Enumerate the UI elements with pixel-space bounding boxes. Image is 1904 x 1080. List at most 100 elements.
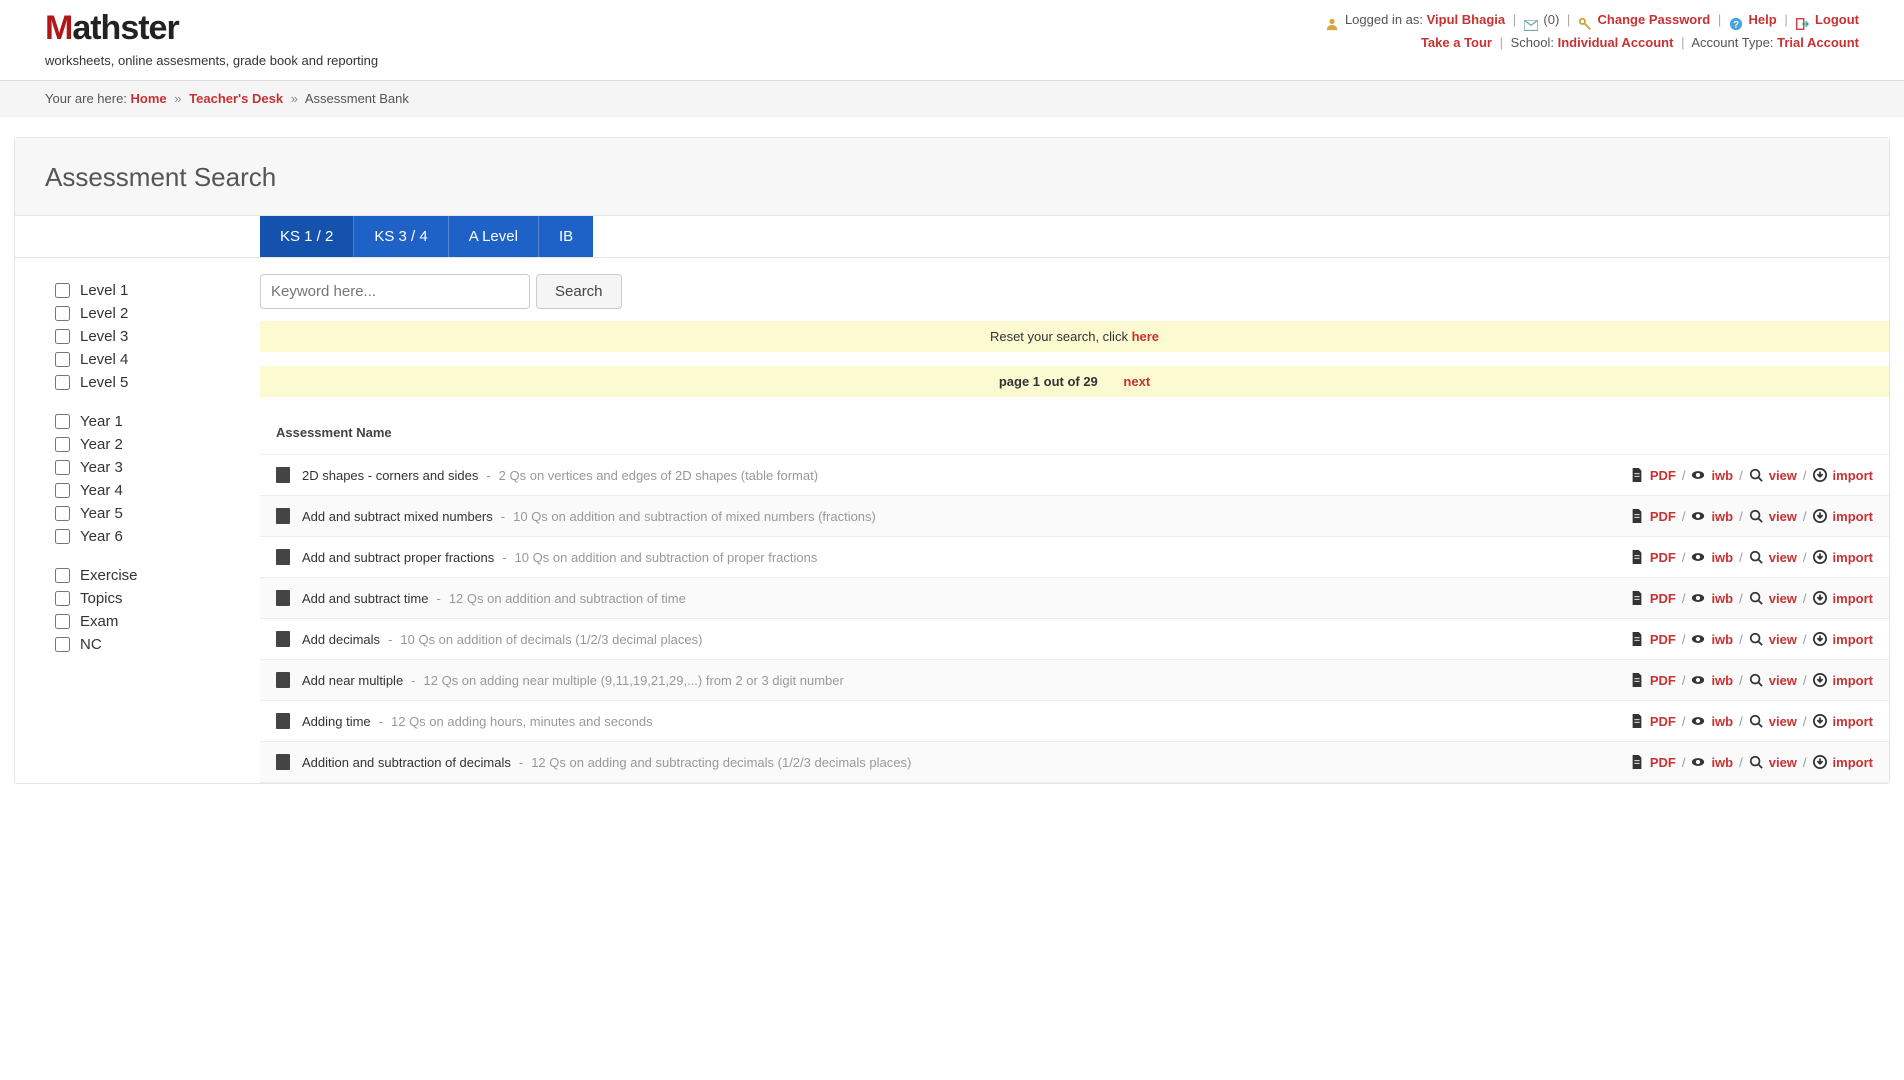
filter-year-label[interactable]: Year 5 — [80, 505, 123, 522]
msg-count: (0) — [1543, 12, 1559, 27]
filter-type-label[interactable]: Topics — [80, 590, 123, 607]
page-title: Assessment Search — [45, 162, 1859, 193]
tab-ks-3-4[interactable]: KS 3 / 4 — [354, 216, 448, 257]
download-icon — [1813, 550, 1827, 564]
pdf-link[interactable]: PDF — [1650, 632, 1676, 647]
breadcrumb-home[interactable]: Home — [131, 91, 167, 106]
tab-ks-1-2[interactable]: KS 1 / 2 — [260, 216, 354, 257]
iwb-link[interactable]: iwb — [1711, 550, 1733, 565]
iwb-link[interactable]: iwb — [1711, 468, 1733, 483]
view-link[interactable]: view — [1769, 632, 1797, 647]
filter-year-label[interactable]: Year 4 — [80, 482, 123, 499]
import-link[interactable]: import — [1833, 468, 1873, 483]
filter-year-label[interactable]: Year 1 — [80, 413, 123, 430]
filter-year-item: Year 6 — [55, 528, 240, 545]
pdf-link[interactable]: PDF — [1650, 591, 1676, 606]
filter-level-checkbox[interactable] — [55, 329, 70, 344]
filter-type-label[interactable]: Exam — [80, 613, 118, 630]
eye-icon — [1691, 509, 1705, 523]
take-tour-link[interactable]: Take a Tour — [1421, 35, 1492, 50]
view-link[interactable]: view — [1769, 755, 1797, 770]
view-link[interactable]: view — [1769, 591, 1797, 606]
assessment-name: Add near multiple — [302, 673, 403, 688]
import-link[interactable]: import — [1833, 755, 1873, 770]
mail-icon[interactable] — [1524, 15, 1538, 27]
filter-year-label[interactable]: Year 2 — [80, 436, 123, 453]
filter-type-checkbox[interactable] — [55, 591, 70, 606]
filter-type-checkbox[interactable] — [55, 614, 70, 629]
help-link[interactable]: Help — [1749, 12, 1777, 27]
filter-level-checkbox[interactable] — [55, 306, 70, 321]
pager-next[interactable]: next — [1123, 374, 1150, 389]
import-link[interactable]: import — [1833, 714, 1873, 729]
view-link[interactable]: view — [1769, 509, 1797, 524]
user-link[interactable]: Vipul Bhagia — [1427, 12, 1506, 27]
filter-year-checkbox[interactable] — [55, 437, 70, 452]
import-link[interactable]: import — [1833, 632, 1873, 647]
reset-banner: Reset your search, click here — [260, 321, 1889, 352]
filter-year-checkbox[interactable] — [55, 529, 70, 544]
filter-type-label[interactable]: NC — [80, 636, 102, 653]
pdf-link[interactable]: PDF — [1650, 468, 1676, 483]
filter-year-checkbox[interactable] — [55, 460, 70, 475]
iwb-link[interactable]: iwb — [1711, 591, 1733, 606]
row-actions: PDF/iwb/view/import — [1630, 632, 1873, 647]
pdf-link[interactable]: PDF — [1650, 755, 1676, 770]
book-icon — [276, 713, 290, 729]
filter-level-label[interactable]: Level 1 — [80, 282, 128, 299]
filter-level-checkbox[interactable] — [55, 375, 70, 390]
filter-level-checkbox[interactable] — [55, 283, 70, 298]
import-link[interactable]: import — [1833, 509, 1873, 524]
row-actions: PDF/iwb/view/import — [1630, 714, 1873, 729]
pdf-link[interactable]: PDF — [1650, 673, 1676, 688]
tab-ib[interactable]: IB — [539, 216, 593, 257]
filter-year-label[interactable]: Year 6 — [80, 528, 123, 545]
assessment-name: Add decimals — [302, 632, 380, 647]
filter-year-checkbox[interactable] — [55, 483, 70, 498]
view-link[interactable]: view — [1769, 550, 1797, 565]
filter-type-label[interactable]: Exercise — [80, 567, 138, 584]
iwb-link[interactable]: iwb — [1711, 755, 1733, 770]
school-link[interactable]: Individual Account — [1558, 35, 1674, 50]
filter-year-checkbox[interactable] — [55, 414, 70, 429]
row-actions: PDF/iwb/view/import — [1630, 468, 1873, 483]
filter-year-checkbox[interactable] — [55, 506, 70, 521]
logo[interactable]: Mathster — [45, 8, 378, 49]
account-type-link[interactable]: Trial Account — [1777, 35, 1859, 50]
magnify-icon — [1749, 632, 1763, 646]
filter-type-checkbox[interactable] — [55, 568, 70, 583]
view-link[interactable]: view — [1769, 673, 1797, 688]
filter-level-checkbox[interactable] — [55, 352, 70, 367]
pdf-link[interactable]: PDF — [1650, 550, 1676, 565]
download-icon — [1813, 755, 1827, 769]
download-icon — [1813, 714, 1827, 728]
import-link[interactable]: import — [1833, 591, 1873, 606]
pdf-link[interactable]: PDF — [1650, 509, 1676, 524]
logout-link[interactable]: Logout — [1815, 12, 1859, 27]
import-link[interactable]: import — [1833, 673, 1873, 688]
view-link[interactable]: view — [1769, 468, 1797, 483]
iwb-link[interactable]: iwb — [1711, 632, 1733, 647]
filter-year-label[interactable]: Year 3 — [80, 459, 123, 476]
filter-level-label[interactable]: Level 5 — [80, 374, 128, 391]
reset-link[interactable]: here — [1132, 329, 1159, 344]
breadcrumb-desk[interactable]: Teacher's Desk — [189, 91, 283, 106]
search-input[interactable] — [260, 274, 530, 309]
logged-in-label: Logged in as: — [1345, 12, 1427, 27]
search-button[interactable]: Search — [536, 274, 622, 309]
tab-a-level[interactable]: A Level — [449, 216, 539, 257]
iwb-link[interactable]: iwb — [1711, 509, 1733, 524]
help-icon: ? — [1729, 15, 1743, 27]
assessment-row: Addition and subtraction of decimals-12 … — [260, 742, 1889, 783]
filter-level-label[interactable]: Level 4 — [80, 351, 128, 368]
filter-level-label[interactable]: Level 3 — [80, 328, 128, 345]
assessment-row: Add and subtract time-12 Qs on addition … — [260, 578, 1889, 619]
pdf-link[interactable]: PDF — [1650, 714, 1676, 729]
view-link[interactable]: view — [1769, 714, 1797, 729]
import-link[interactable]: import — [1833, 550, 1873, 565]
filter-type-checkbox[interactable] — [55, 637, 70, 652]
iwb-link[interactable]: iwb — [1711, 673, 1733, 688]
filter-level-label[interactable]: Level 2 — [80, 305, 128, 322]
change-password-link[interactable]: Change Password — [1598, 12, 1711, 27]
iwb-link[interactable]: iwb — [1711, 714, 1733, 729]
